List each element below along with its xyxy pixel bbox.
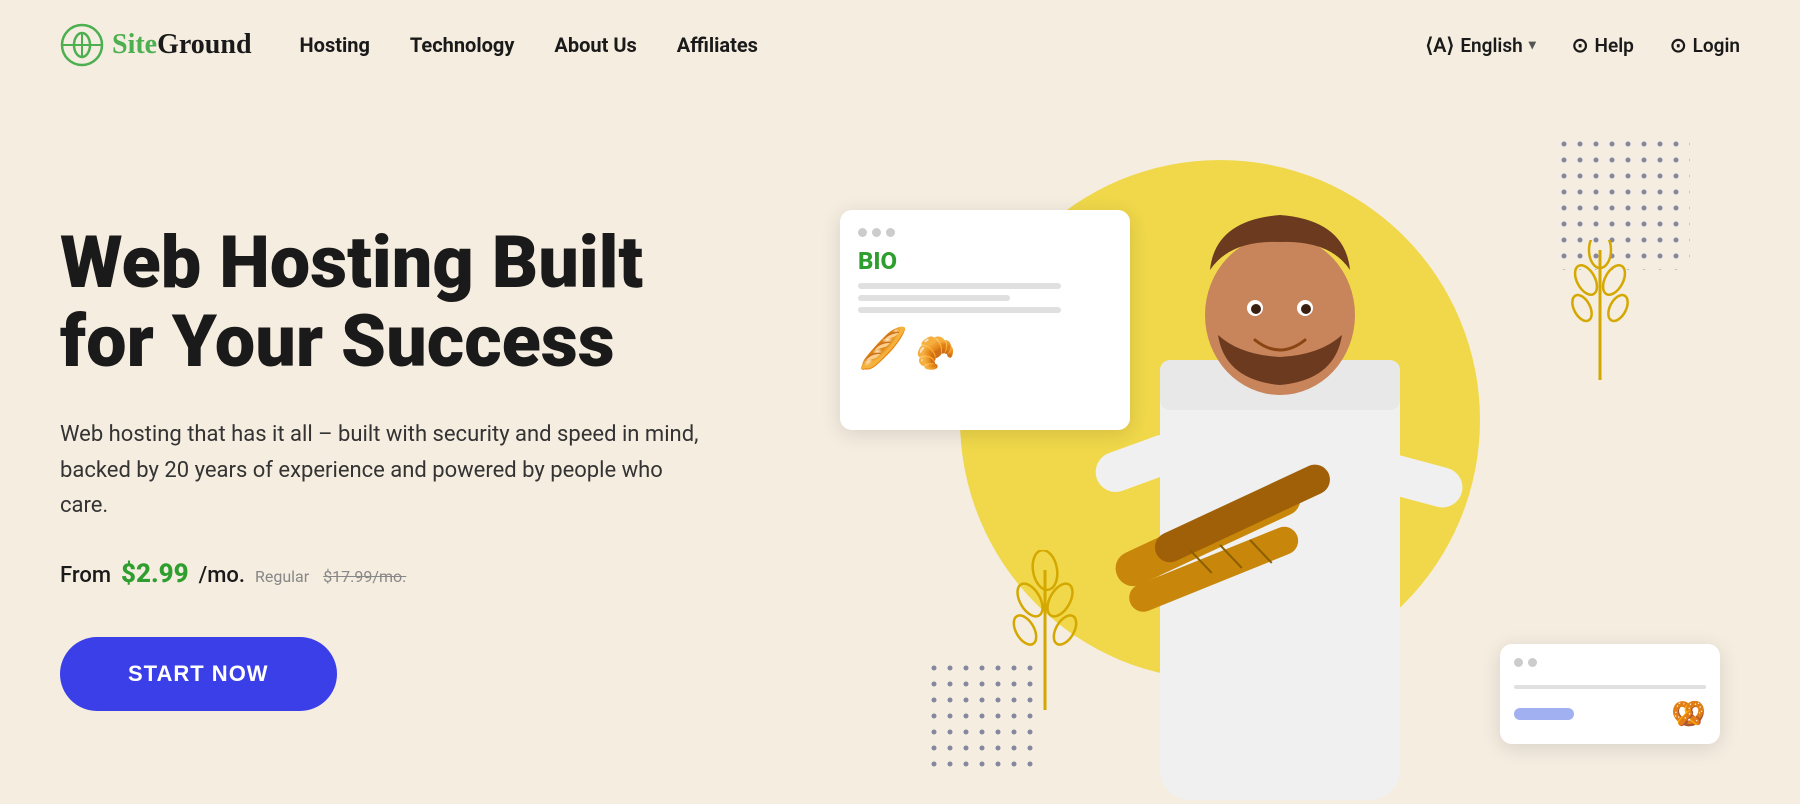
bio-card-line-3	[858, 307, 1061, 313]
bio-dot-1	[858, 228, 867, 237]
price-regular-value: $17.99/mo.	[323, 567, 406, 586]
logo-text: SiteGround	[112, 29, 252, 61]
baguette-icon: 🥖	[858, 325, 908, 372]
phone-card-dots	[1514, 658, 1706, 667]
login-link[interactable]: ⊙ Login	[1670, 33, 1740, 57]
phone-card: 🥨	[1500, 644, 1720, 744]
croissant-icon: 🥐	[916, 334, 956, 372]
language-selector[interactable]: ⟨A⟩ English ▾	[1425, 33, 1535, 57]
hero-content: Web Hosting Built for Your Success Web h…	[60, 223, 760, 711]
bio-card-line-1	[858, 283, 1061, 289]
phone-card-bottom: 🥨	[1514, 697, 1706, 730]
help-icon: ⊙	[1572, 33, 1589, 57]
chef-person	[1070, 130, 1490, 800]
chevron-down-icon: ▾	[1529, 37, 1536, 53]
start-now-button[interactable]: START NOW	[60, 637, 337, 711]
nav-links: Hosting Technology About Us Affiliates	[300, 33, 1426, 57]
bio-card-line-2	[858, 295, 1010, 301]
logo-icon	[60, 23, 104, 67]
navbar: SiteGround Hosting Technology About Us A…	[0, 0, 1800, 90]
hero-illustration: BIO 🥖 🥐	[760, 130, 1740, 804]
phone-dot-2	[1528, 658, 1537, 667]
nav-right: ⟨A⟩ English ▾ ⊙ Help ⊙ Login	[1425, 33, 1740, 57]
price-value: $2.99	[121, 559, 189, 589]
bio-dot-2	[872, 228, 881, 237]
nav-link-hosting[interactable]: Hosting	[300, 33, 370, 57]
help-label: Help	[1595, 34, 1634, 57]
nav-link-technology[interactable]: Technology	[410, 33, 515, 57]
logo[interactable]: SiteGround	[60, 23, 252, 67]
language-label: English	[1460, 34, 1522, 57]
nav-link-affiliates[interactable]: Affiliates	[677, 33, 758, 57]
hero-section: Web Hosting Built for Your Success Web h…	[0, 90, 1800, 804]
nav-item-hosting[interactable]: Hosting	[300, 33, 370, 57]
pretzel-icon: 🥨	[1671, 697, 1706, 730]
chef-svg	[1070, 160, 1490, 800]
phone-card-button	[1514, 708, 1574, 720]
nav-item-affiliates[interactable]: Affiliates	[677, 33, 758, 57]
language-icon: ⟨A⟩	[1425, 33, 1454, 57]
wheat-decoration-right	[1570, 240, 1630, 384]
price-unit: /mo.	[199, 563, 245, 588]
bio-dot-3	[886, 228, 895, 237]
hero-title: Web Hosting Built for Your Success	[60, 223, 760, 381]
nav-item-about[interactable]: About Us	[554, 33, 636, 57]
nav-item-technology[interactable]: Technology	[410, 33, 515, 57]
price-row: From $2.99 /mo. Regular $17.99/mo.	[60, 559, 760, 589]
phone-line-1	[1514, 685, 1706, 689]
price-from-label: From	[60, 563, 111, 588]
price-regular-label: Regular	[255, 567, 309, 586]
login-icon: ⊙	[1670, 33, 1687, 57]
help-link[interactable]: ⊙ Help	[1572, 33, 1634, 57]
login-label: Login	[1693, 34, 1740, 57]
phone-dot-1	[1514, 658, 1523, 667]
nav-link-about[interactable]: About Us	[554, 33, 636, 57]
hero-subtitle: Web hosting that has it all – built with…	[60, 417, 700, 523]
